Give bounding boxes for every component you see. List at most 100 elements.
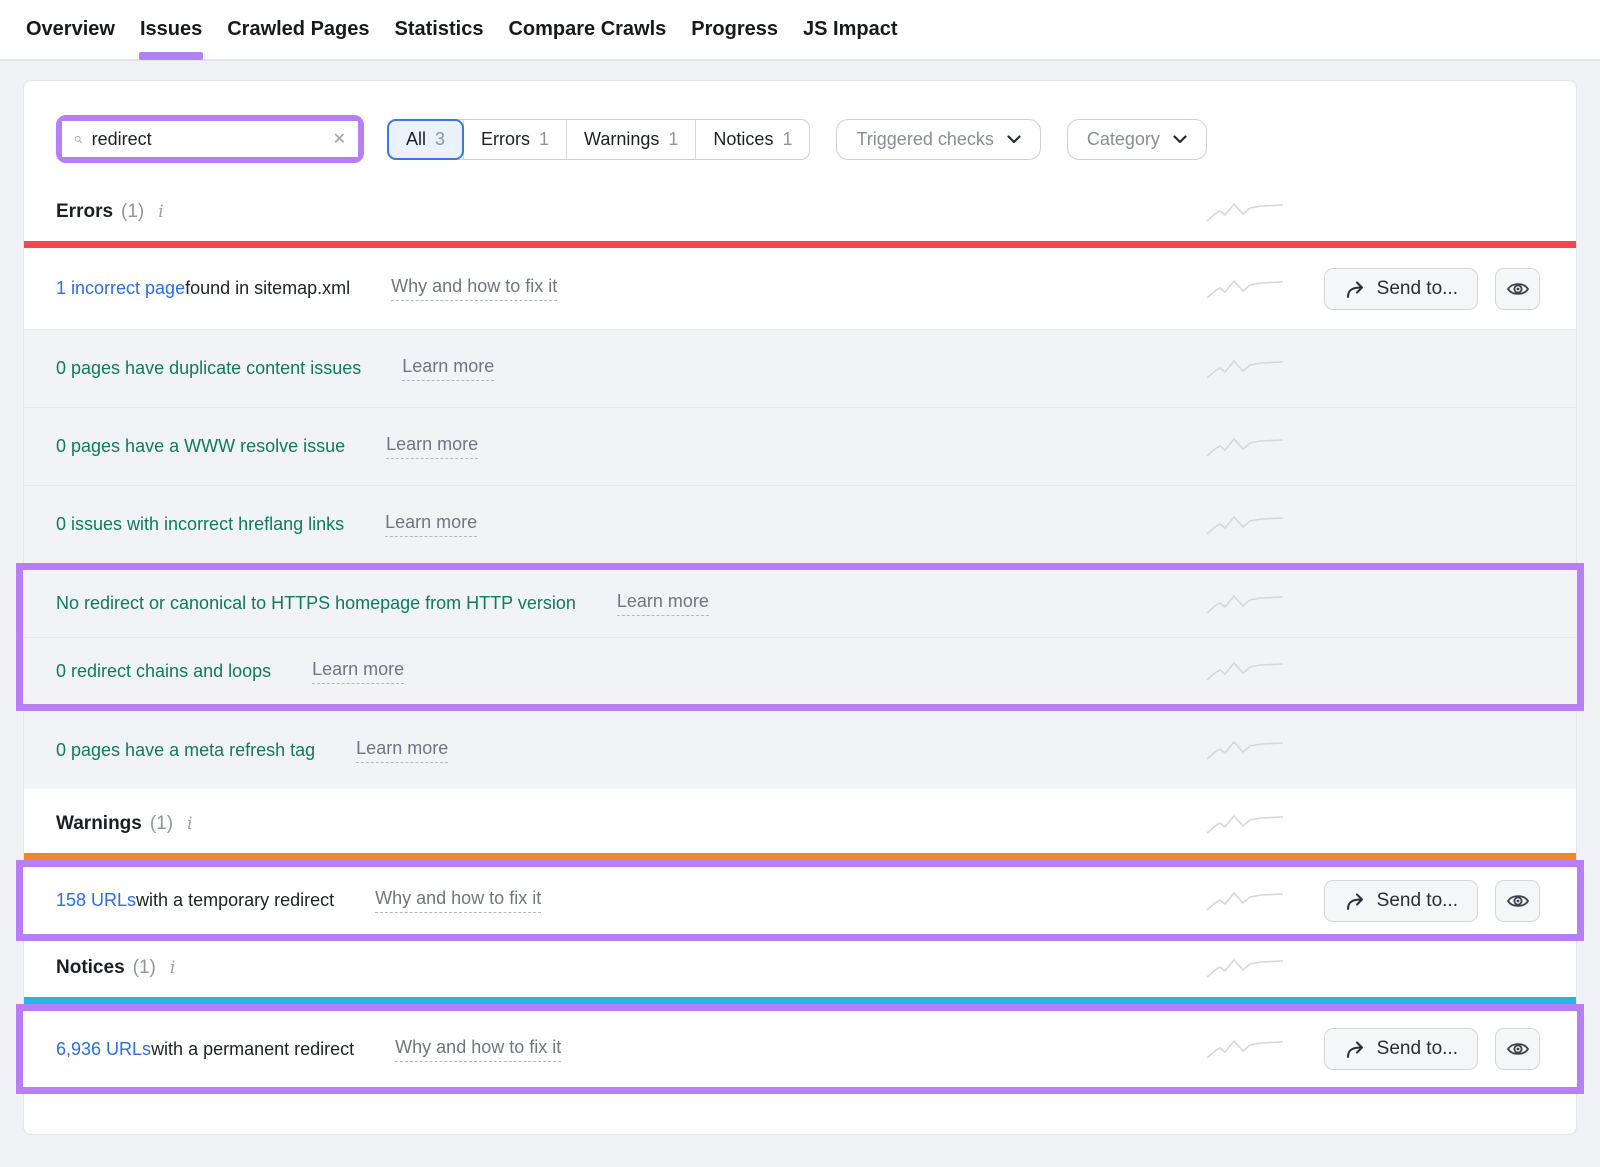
filter-warnings-count: 1 [668, 129, 678, 150]
clear-search-icon[interactable]: ✕ [333, 129, 346, 149]
trend-sparkline [1206, 199, 1284, 225]
issue-row-redirect-chains: 0 redirect chains and loops Learn more [23, 637, 1577, 704]
filter-all-count: 3 [435, 129, 445, 150]
send-to-label: Send to... [1377, 278, 1458, 300]
warnings-title: Warnings [56, 813, 142, 835]
info-icon[interactable]: i [187, 814, 192, 834]
permanent-redirect-text: with a permanent redirect [151, 1039, 354, 1060]
temporary-redirect-text: with a temporary redirect [136, 890, 334, 911]
issue-search[interactable]: ✕ [62, 121, 358, 157]
eye-icon [1506, 892, 1530, 910]
send-to-button[interactable]: Send to... [1324, 1028, 1478, 1070]
learn-more-link[interactable]: Learn more [356, 738, 448, 763]
tab-issues[interactable]: Issues [140, 1, 202, 58]
errors-severity-bar [24, 241, 1576, 248]
permanent-redirect-link[interactable]: 6,936 URLs [56, 1039, 151, 1060]
redirect-chains-text: 0 redirect chains and loops [56, 661, 271, 682]
triggered-checks-dropdown[interactable]: Triggered checks [836, 119, 1040, 160]
trend-sparkline [1206, 434, 1284, 460]
permanent-redirect-highlight-annotation: 6,936 URLs with a permanent redirect Why… [16, 1004, 1584, 1094]
warnings-count: (1) [150, 813, 173, 835]
filter-errors[interactable]: Errors 1 [463, 120, 566, 159]
triggered-checks-label: Triggered checks [856, 129, 993, 150]
issue-row-permanent-redirect: 6,936 URLs with a permanent redirect Why… [23, 1011, 1577, 1087]
search-icon [74, 130, 83, 149]
trend-sparkline [1206, 811, 1284, 837]
why-how-to-fix-link[interactable]: Why and how to fix it [391, 276, 557, 301]
trend-sparkline [1206, 955, 1284, 981]
notices-title: Notices [56, 957, 125, 979]
trend-sparkline [1206, 591, 1284, 617]
why-how-to-fix-link[interactable]: Why and how to fix it [375, 888, 541, 913]
filter-notices-label: Notices [713, 129, 773, 150]
temporary-redirect-link[interactable]: 158 URLs [56, 890, 136, 911]
temporary-redirect-highlight-annotation: 158 URLs with a temporary redirect Why a… [16, 860, 1584, 941]
learn-more-link[interactable]: Learn more [385, 512, 477, 537]
trend-sparkline [1206, 888, 1284, 914]
search-highlight-annotation: ✕ [56, 115, 364, 163]
eye-icon [1506, 280, 1530, 298]
search-input[interactable] [92, 129, 324, 150]
chevron-down-icon [1173, 135, 1187, 144]
filter-all[interactable]: All 3 [387, 119, 464, 160]
tab-statistics[interactable]: Statistics [395, 1, 484, 58]
errors-section-header: Errors (1) i [24, 185, 1576, 241]
issues-panel: ✕ All 3 Errors 1 Warnings 1 Notices 1 Tr… [23, 80, 1577, 1135]
tab-overview[interactable]: Overview [26, 1, 115, 58]
learn-more-link[interactable]: Learn more [617, 591, 709, 616]
send-to-label: Send to... [1377, 890, 1458, 912]
info-icon[interactable]: i [170, 958, 175, 978]
filter-warnings[interactable]: Warnings 1 [566, 120, 695, 159]
severity-filter-group: All 3 Errors 1 Warnings 1 Notices 1 [387, 119, 810, 160]
view-issues-button[interactable] [1495, 880, 1540, 922]
send-arrow-icon [1344, 891, 1366, 911]
chevron-down-icon [1007, 135, 1021, 144]
filter-notices[interactable]: Notices 1 [695, 120, 809, 159]
send-arrow-icon [1344, 279, 1366, 299]
issue-row-meta-refresh: 0 pages have a meta refresh tag Learn mo… [24, 711, 1576, 789]
category-dropdown[interactable]: Category [1067, 119, 1207, 160]
learn-more-link[interactable]: Learn more [386, 434, 478, 459]
errors-title: Errors [56, 201, 113, 223]
learn-more-link[interactable]: Learn more [312, 659, 404, 684]
www-resolve-text: 0 pages have a WWW resolve issue [56, 436, 345, 457]
tab-progress[interactable]: Progress [691, 1, 778, 58]
tab-compare-crawls[interactable]: Compare Crawls [508, 1, 666, 58]
warnings-section-header: Warnings (1) i [24, 789, 1576, 853]
filter-errors-count: 1 [539, 129, 549, 150]
trend-sparkline [1206, 737, 1284, 763]
meta-refresh-text: 0 pages have a meta refresh tag [56, 740, 315, 761]
info-icon[interactable]: i [158, 202, 163, 222]
incorrect-page-text: found in sitemap.xml [185, 278, 350, 299]
notices-count: (1) [133, 957, 156, 979]
view-issues-button[interactable] [1495, 268, 1540, 310]
trend-sparkline [1206, 356, 1284, 382]
send-to-button[interactable]: Send to... [1324, 268, 1478, 310]
issue-row-temporary-redirect: 158 URLs with a temporary redirect Why a… [23, 867, 1577, 934]
tab-js-impact[interactable]: JS Impact [803, 1, 897, 58]
view-issues-button[interactable] [1495, 1028, 1540, 1070]
issue-row-www-resolve: 0 pages have a WWW resolve issue Learn m… [24, 407, 1576, 485]
trend-sparkline [1206, 1036, 1284, 1062]
tab-crawled-pages[interactable]: Crawled Pages [227, 1, 369, 58]
filter-all-label: All [406, 129, 426, 150]
filters-toolbar: ✕ All 3 Errors 1 Warnings 1 Notices 1 Tr… [24, 115, 1576, 163]
notices-severity-bar [24, 997, 1576, 1004]
top-navigation: Overview Issues Crawled Pages Statistics… [0, 0, 1600, 61]
filter-notices-count: 1 [782, 129, 792, 150]
why-how-to-fix-link[interactable]: Why and how to fix it [395, 1037, 561, 1062]
category-label: Category [1087, 129, 1160, 150]
notices-section-header: Notices (1) i [24, 941, 1576, 997]
incorrect-page-link[interactable]: 1 incorrect page [56, 278, 185, 299]
issue-row-incorrect-page: 1 incorrect page found in sitemap.xml Wh… [24, 248, 1576, 329]
learn-more-link[interactable]: Learn more [402, 356, 494, 381]
trend-sparkline [1206, 276, 1284, 302]
issue-row-duplicate-content: 0 pages have duplicate content issues Le… [24, 329, 1576, 407]
send-to-label: Send to... [1377, 1038, 1458, 1060]
trend-sparkline [1206, 658, 1284, 684]
redirect-rows-highlight-annotation: No redirect or canonical to HTTPS homepa… [16, 563, 1584, 711]
trend-sparkline [1206, 512, 1284, 538]
send-to-button[interactable]: Send to... [1324, 880, 1478, 922]
duplicate-content-text: 0 pages have duplicate content issues [56, 358, 361, 379]
hreflang-text: 0 issues with incorrect hreflang links [56, 514, 344, 535]
